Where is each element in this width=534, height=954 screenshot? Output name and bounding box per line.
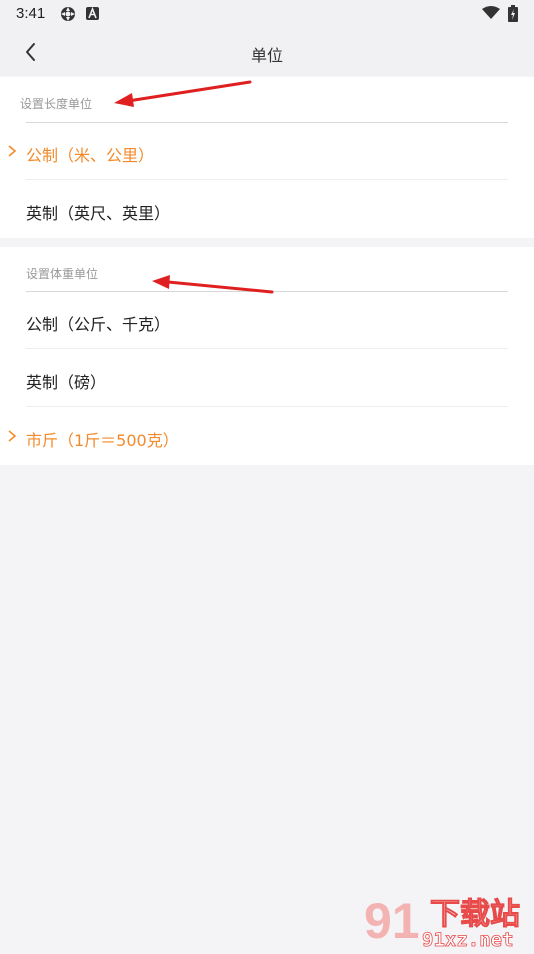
app-bar: 单位 [0, 28, 534, 76]
option-length-imperial[interactable]: 英制（英尺、英里） [0, 181, 534, 238]
settings-gear-icon [61, 7, 75, 21]
option-weight-imperial[interactable]: 英制（磅） [0, 350, 534, 407]
page-title: 单位 [250, 46, 283, 65]
svg-text:91: 91 [364, 893, 420, 949]
svg-text:下载站: 下载站 [430, 897, 520, 932]
status-bar: 3:41 [0, 0, 534, 28]
option-label: 公制（公斤、千克） [26, 315, 171, 334]
option-label: 市斤（1斤＝500克） [26, 431, 179, 450]
annotation-arrow-icon [114, 80, 252, 107]
annotation-arrow-icon [152, 275, 274, 294]
app-notification-icon [86, 7, 99, 20]
option-label: 英制（英尺、英里） [26, 204, 171, 223]
length-unit-section: 设置长度单位 公制（米、公里） 英制（英尺、英里） [0, 77, 534, 238]
section-header-weight: 设置体重单位 [26, 267, 99, 281]
option-weight-metric[interactable]: 公制（公斤、千克） [0, 292, 534, 349]
watermark-logo: 91 下载站 91xz.net [362, 886, 534, 951]
section-header-length: 设置长度单位 [20, 97, 93, 111]
option-divider [26, 348, 508, 349]
option-label: 英制（磅） [26, 373, 107, 392]
option-length-metric[interactable]: 公制（米、公里） [0, 123, 534, 180]
option-weight-jin[interactable]: 市斤（1斤＝500克） [0, 408, 534, 465]
chevron-right-icon [8, 145, 17, 157]
status-time: 3:41 [16, 5, 46, 22]
chevron-right-icon [8, 430, 17, 442]
option-divider [26, 406, 508, 407]
option-label: 公制（米、公里） [26, 146, 155, 165]
battery-icon [508, 5, 518, 22]
watermark-logo-icon: 91 下载站 91xz.net [364, 893, 521, 951]
svg-text:91xz.net: 91xz.net [422, 929, 514, 950]
wifi-icon [482, 6, 500, 19]
option-divider [26, 179, 508, 180]
